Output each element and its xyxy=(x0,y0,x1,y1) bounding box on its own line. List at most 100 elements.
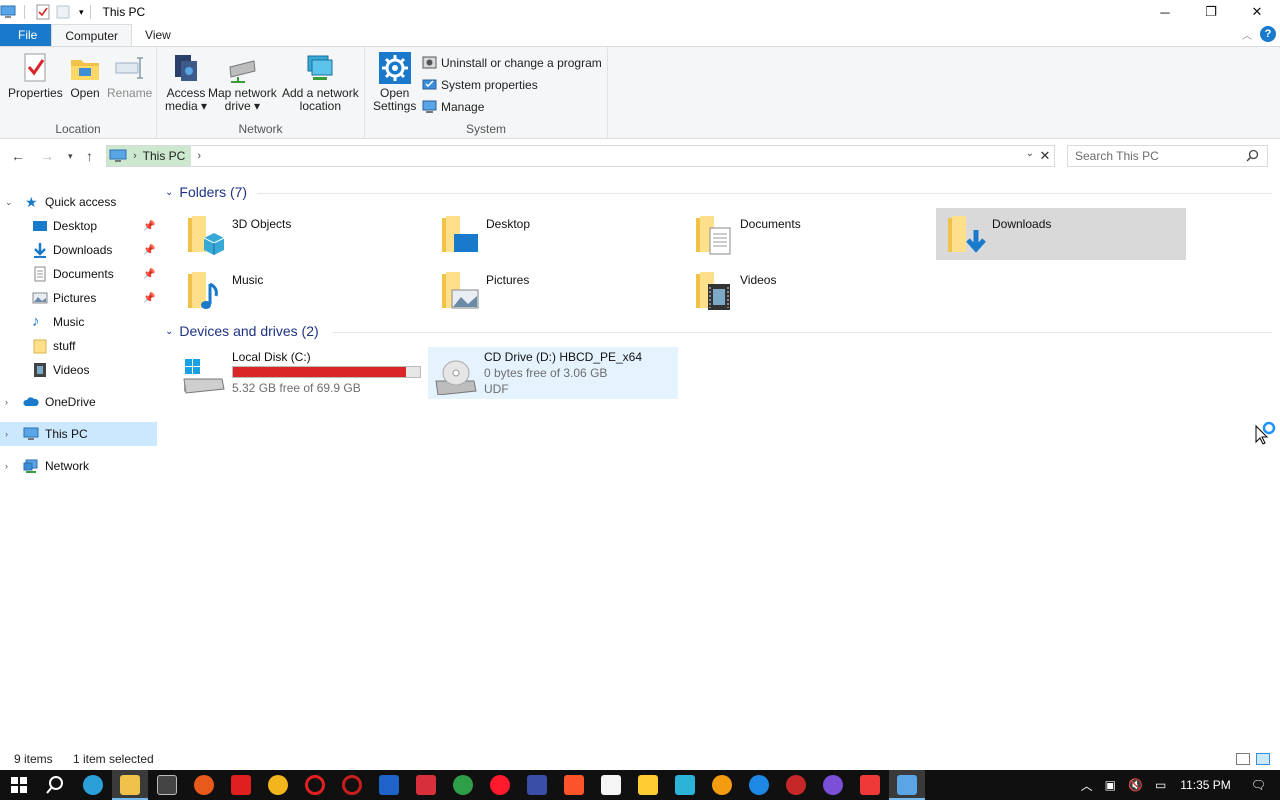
recent-locations-icon[interactable]: ▾ xyxy=(68,151,73,162)
rename-button[interactable]: Rename xyxy=(107,51,152,100)
details-view-icon[interactable] xyxy=(1236,753,1250,765)
photo-app-icon[interactable] xyxy=(601,775,621,795)
chevron-down-icon[interactable]: ⌄ xyxy=(165,187,173,198)
properties-icon[interactable] xyxy=(35,4,51,20)
store-icon[interactable] xyxy=(157,775,177,795)
chevron-down-icon[interactable]: ⌄ xyxy=(5,197,13,208)
opera-icon[interactable] xyxy=(305,775,325,795)
edge-browser-icon[interactable] xyxy=(83,775,103,795)
devices-section-header[interactable]: ⌄ Devices and drives (2) xyxy=(165,323,319,339)
sidebar-item-this-pc[interactable]: › This PC xyxy=(0,422,157,446)
uc-browser-icon[interactable] xyxy=(712,775,732,795)
tor-browser-icon[interactable] xyxy=(527,775,547,795)
firefox-icon[interactable] xyxy=(194,775,214,795)
search-icon[interactable] xyxy=(45,775,65,795)
properties-button[interactable]: Properties xyxy=(8,51,63,100)
drive-local-disk-c[interactable]: Local Disk (C:) 5.32 GB free of 69.9 GB xyxy=(176,347,426,399)
sidebar-item-music[interactable]: ♪ Music xyxy=(0,310,157,334)
volume-muted-icon[interactable]: 🔇 xyxy=(1128,778,1143,792)
chevron-right-icon[interactable]: › xyxy=(5,429,8,439)
open-settings-button[interactable]: Open Settings xyxy=(373,51,416,113)
vivaldi-icon[interactable] xyxy=(860,775,880,795)
pin-icon[interactable]: 📌 xyxy=(143,293,155,304)
folder-videos[interactable]: Videos xyxy=(684,264,934,316)
folder-desktop[interactable]: Desktop xyxy=(430,208,680,260)
tab-computer[interactable]: Computer xyxy=(51,24,133,46)
pin-icon[interactable]: 📌 xyxy=(143,269,155,280)
maxthon-icon[interactable] xyxy=(675,775,695,795)
file-explorer-icon[interactable] xyxy=(120,775,140,795)
yandex-icon[interactable] xyxy=(231,775,251,795)
taskbar: ︿ ▣ 🔇 ▭ 11:35 PM 🗨 xyxy=(0,770,1280,800)
add-network-location-button[interactable]: Add a network location xyxy=(282,51,359,113)
chevron-up-icon[interactable]: ︿ xyxy=(1081,777,1093,794)
sidebar-item-onedrive[interactable]: › OneDrive xyxy=(0,390,157,414)
camera-app-icon[interactable] xyxy=(416,775,436,795)
pin-icon[interactable]: 📌 xyxy=(143,245,155,256)
this-pc-taskbar-icon[interactable] xyxy=(897,775,917,795)
chevron-right-icon[interactable]: › xyxy=(5,397,8,407)
collapse-ribbon-icon[interactable]: ︿ xyxy=(1242,27,1252,42)
chevron-right-icon[interactable]: › xyxy=(5,461,8,471)
help-icon[interactable]: ? xyxy=(1260,26,1276,42)
network-status-icon[interactable]: ▭ xyxy=(1155,778,1166,792)
sidebar-item-pictures[interactable]: Pictures 📌 xyxy=(0,286,157,310)
chrome-beta-icon[interactable] xyxy=(453,775,473,795)
up-arrow-icon[interactable]: ↑ xyxy=(86,148,93,164)
new-folder-icon[interactable] xyxy=(55,4,71,20)
sidebar-item-stuff[interactable]: stuff xyxy=(0,334,157,358)
uninstall-program-button[interactable]: Uninstall or change a program xyxy=(422,55,602,70)
pale-moon-icon[interactable] xyxy=(786,775,806,795)
clock[interactable]: 11:35 PM xyxy=(1180,778,1230,792)
chrome-canary-icon[interactable] xyxy=(268,775,288,795)
close-button[interactable]: ✕ xyxy=(1234,0,1280,24)
shield-browser-icon[interactable] xyxy=(379,775,399,795)
minimize-button[interactable]: ─ xyxy=(1142,0,1188,24)
sidebar-item-desktop[interactable]: Desktop 📌 xyxy=(0,214,157,238)
search-box[interactable] xyxy=(1067,145,1268,167)
notifications-icon[interactable]: 🗨 xyxy=(1251,778,1266,792)
folder-pictures[interactable]: Pictures xyxy=(430,264,680,316)
sidebar-item-downloads[interactable]: Downloads 📌 xyxy=(0,238,157,262)
folder-downloads[interactable]: Downloads xyxy=(936,208,1186,260)
large-icons-view-icon[interactable] xyxy=(1256,753,1270,765)
folder-music[interactable]: Music xyxy=(176,264,426,316)
chevron-right-icon[interactable]: › xyxy=(197,150,201,162)
map-network-drive-button[interactable]: Map network drive ▾ xyxy=(208,51,277,113)
folder-3d-objects[interactable]: 3D Objects xyxy=(176,208,426,260)
system-properties-button[interactable]: System properties xyxy=(422,77,538,92)
back-arrow-icon[interactable]: ← xyxy=(11,148,25,164)
chevron-right-icon[interactable]: › xyxy=(133,150,137,162)
search-input[interactable] xyxy=(1075,149,1245,163)
forward-arrow-icon[interactable]: → xyxy=(40,148,54,164)
open-button[interactable]: Open xyxy=(68,51,102,100)
opera-gx-icon[interactable] xyxy=(490,775,510,795)
folders-section-header[interactable]: ⌄ Folders (7) xyxy=(165,184,247,200)
pin-icon[interactable]: 📌 xyxy=(143,221,155,232)
sidebar-item-quick-access[interactable]: ⌄ ★ Quick access xyxy=(0,190,157,214)
folder-documents[interactable]: Documents xyxy=(684,208,934,260)
restore-button[interactable]: ❐ xyxy=(1188,0,1234,24)
notes-icon[interactable] xyxy=(638,775,658,795)
address-history-dropdown-icon[interactable]: ⌄ xyxy=(1026,148,1034,159)
waterfox-icon[interactable] xyxy=(823,775,843,795)
sidebar-item-videos[interactable]: Videos xyxy=(0,358,157,382)
manage-button[interactable]: Manage xyxy=(422,99,484,114)
tab-file[interactable]: File xyxy=(0,24,52,46)
address-bar[interactable]: › This PC › ⌄ ✕ xyxy=(106,145,1055,167)
device-icon[interactable]: ▣ xyxy=(1105,778,1116,792)
tab-view[interactable]: View xyxy=(132,24,184,46)
brave-icon[interactable] xyxy=(564,775,584,795)
search-icon[interactable] xyxy=(1246,149,1259,162)
chromium-icon[interactable] xyxy=(749,775,769,795)
sidebar-item-documents[interactable]: Documents 📌 xyxy=(0,262,157,286)
access-media-button[interactable]: Access media ▾ xyxy=(165,51,207,113)
clear-address-icon[interactable]: ✕ xyxy=(1038,148,1052,164)
vivaldi-like-icon[interactable] xyxy=(342,775,362,795)
drive-cd-d[interactable]: CD Drive (D:) HBCD_PE_x64 0 bytes free o… xyxy=(428,347,678,399)
breadcrumb-this-pc[interactable]: This PC xyxy=(143,149,186,163)
customize-toolbar-icon[interactable]: ▾ xyxy=(79,7,84,18)
windows-start-icon[interactable] xyxy=(9,775,29,795)
sidebar-item-network[interactable]: › Network xyxy=(0,454,157,478)
chevron-down-icon[interactable]: ⌄ xyxy=(165,326,173,337)
